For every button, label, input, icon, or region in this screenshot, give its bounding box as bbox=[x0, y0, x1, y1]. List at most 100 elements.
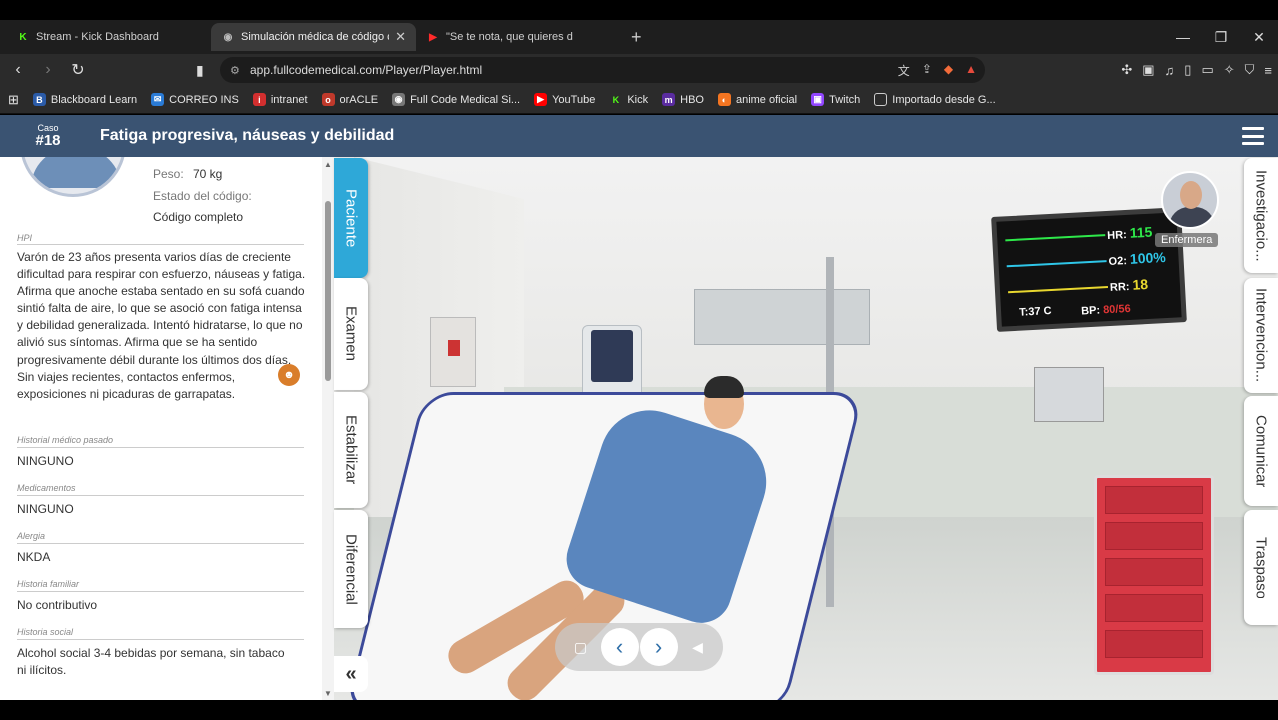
new-tab-button[interactable]: + bbox=[631, 27, 642, 48]
bookmark-imported[interactable]: Importado desde G... bbox=[874, 93, 996, 106]
restore-icon[interactable]: ❐ bbox=[1202, 29, 1240, 46]
camera-controls: ▢ ‹ › ◀ bbox=[555, 623, 723, 671]
address-bar-row: ‹ › ↻ ▮ ⚙ app.fullcodemedical.com/Player… bbox=[0, 54, 1278, 86]
ai-icon[interactable]: ✧ bbox=[1224, 62, 1235, 78]
tab-paciente[interactable]: Paciente bbox=[334, 158, 368, 278]
url-text: app.fullcodemedical.com/Player/Player.ht… bbox=[250, 63, 483, 77]
site-info-icon[interactable]: ⚙ bbox=[230, 64, 240, 77]
globe-icon: ◉ bbox=[392, 93, 406, 106]
tab-intervencion[interactable]: Intervencion... bbox=[1244, 278, 1278, 393]
wallet-icon[interactable]: ▭ bbox=[1201, 62, 1213, 78]
panel-scrollbar[interactable]: ▲ ▼ bbox=[322, 157, 334, 700]
bookmark-fullcode[interactable]: ◉ Full Code Medical Si... bbox=[392, 93, 520, 106]
tab-comunicar[interactable]: Comunicar bbox=[1244, 396, 1278, 506]
bookmark-correo[interactable]: ✉ CORREO INS bbox=[151, 93, 239, 106]
bookmark-oracle[interactable]: o orACLE bbox=[321, 93, 378, 106]
blackboard-icon: B bbox=[32, 93, 46, 106]
tab-traspaso[interactable]: Traspaso bbox=[1244, 510, 1278, 625]
reload-icon[interactable]: ↻ bbox=[66, 60, 90, 80]
section-value: NKDA bbox=[17, 550, 51, 564]
bookmark-icon[interactable]: ▮ bbox=[196, 62, 204, 79]
bookmark-intranet[interactable]: i intranet bbox=[252, 93, 308, 106]
section-value: Alcohol social 3-4 bebidas por semana, s… bbox=[17, 646, 285, 677]
tab-investigacion[interactable]: Investigacio... bbox=[1244, 158, 1278, 273]
section-label: Medicamentos bbox=[17, 483, 76, 493]
anime-icon: ◐ bbox=[717, 93, 731, 106]
patient-panel: Peso: 70 kg Estado del código: Código co… bbox=[0, 157, 334, 700]
scroll-down-icon[interactable]: ▼ bbox=[324, 689, 332, 698]
tab-diferencial[interactable]: Diferencial bbox=[334, 510, 368, 628]
bookmark-blackboard[interactable]: B Blackboard Learn bbox=[32, 93, 137, 106]
tab-label: Simulación médica de código c bbox=[241, 31, 390, 43]
temp-readout: T:37 C bbox=[1018, 305, 1052, 319]
wall-unit bbox=[1034, 367, 1104, 422]
weight-label: Peso: bbox=[153, 167, 184, 181]
mail-icon: ✉ bbox=[151, 93, 165, 106]
code-state-label: Estado del código: bbox=[153, 189, 252, 203]
hamburger-menu-icon[interactable] bbox=[1242, 127, 1264, 145]
mascot-icon: ☻ bbox=[278, 364, 300, 386]
bookmark-twitch[interactable]: ▣ Twitch bbox=[811, 93, 860, 106]
apps-grid-icon[interactable]: ⊞ bbox=[8, 92, 19, 108]
back-icon[interactable]: ‹ bbox=[6, 61, 30, 79]
simulation-scene[interactable]: HR: 115 O2: 100% RR: 18 T:37 C BP: 80/56… bbox=[334, 157, 1278, 700]
bookmark-anime[interactable]: ◐ anime oficial bbox=[717, 93, 797, 106]
collapse-panel-button[interactable]: « bbox=[334, 656, 368, 692]
bookmark-kick[interactable]: K Kick bbox=[609, 93, 648, 106]
hpi-text: Varón de 23 años presenta varios días de… bbox=[17, 250, 306, 401]
section-label: Alergia bbox=[17, 531, 46, 541]
youtube-icon: ▶ bbox=[429, 31, 437, 43]
browser-tab-bar: K Stream - Kick Dashboard ◉ Simulación m… bbox=[0, 20, 1278, 54]
oracle-icon: o bbox=[321, 93, 335, 106]
vitals-monitor[interactable]: HR: 115 O2: 100% RR: 18 T:37 C BP: 80/56 bbox=[991, 207, 1187, 332]
section-label: Historia social bbox=[17, 627, 74, 637]
app-header: Caso #18 Fatiga progresiva, náuseas y de… bbox=[0, 115, 1278, 157]
url-field[interactable]: ⚙ app.fullcodemedical.com/Player/Player.… bbox=[220, 57, 985, 83]
sound-icon[interactable]: ◀ bbox=[679, 628, 717, 666]
twitch-icon: ▣ bbox=[811, 93, 825, 106]
extensions-icon[interactable]: ✣ bbox=[1121, 62, 1132, 78]
screenshot-icon[interactable]: ▣ bbox=[1142, 62, 1154, 78]
tab-examen[interactable]: Examen bbox=[334, 278, 368, 390]
code-state-value: Código completo bbox=[153, 210, 244, 224]
o2-readout: O2: 100% bbox=[1108, 248, 1167, 268]
minimize-icon[interactable]: — bbox=[1164, 29, 1202, 45]
hpi-label: HPI bbox=[17, 233, 33, 243]
section-label: Historial médico pasado bbox=[17, 435, 114, 445]
browser-tab-kick[interactable]: K Stream - Kick Dashboard bbox=[6, 23, 211, 51]
next-view-button[interactable]: › bbox=[639, 628, 678, 666]
browser-tab-simulation[interactable]: ◉ Simulación médica de código c ✕ bbox=[211, 23, 416, 51]
music-icon[interactable]: ♫ bbox=[1165, 63, 1175, 78]
hbo-icon: m bbox=[662, 93, 676, 106]
youtube-icon: ▶ bbox=[534, 93, 548, 106]
tab-label: Stream - Kick Dashboard bbox=[36, 31, 159, 43]
close-tab-icon[interactable]: ✕ bbox=[395, 29, 406, 45]
nurse-avatar[interactable] bbox=[1161, 171, 1219, 229]
tab-label: "Se te nota, que quieres d bbox=[446, 31, 573, 43]
forward-icon[interactable]: › bbox=[36, 61, 60, 79]
share-icon[interactable]: ⇪ bbox=[922, 62, 932, 79]
prev-view-button[interactable]: ‹ bbox=[600, 628, 639, 666]
browser-tab-youtube[interactable]: ▶ "Se te nota, que quieres d bbox=[416, 23, 621, 51]
rewards-icon[interactable]: ▲ bbox=[965, 62, 977, 79]
sidebar-icon[interactable]: ▯ bbox=[1184, 62, 1191, 78]
close-window-icon[interactable]: ✕ bbox=[1240, 29, 1278, 46]
scrollbar-thumb[interactable] bbox=[325, 201, 331, 381]
hr-readout: HR: 115 bbox=[1106, 223, 1153, 242]
crash-cart[interactable] bbox=[1094, 475, 1214, 675]
tab-estabilizar[interactable]: Estabilizar bbox=[334, 392, 368, 508]
bookmark-hbo[interactable]: m HBO bbox=[662, 93, 704, 106]
folder-icon bbox=[874, 93, 888, 106]
intranet-icon: i bbox=[252, 93, 266, 106]
menu-icon[interactable]: ≡ bbox=[1264, 63, 1272, 78]
section-value: NINGUNO bbox=[17, 502, 74, 516]
bookmark-youtube[interactable]: ▶ YouTube bbox=[534, 93, 595, 106]
patient-avatar bbox=[20, 157, 126, 197]
scroll-up-icon[interactable]: ▲ bbox=[324, 160, 332, 169]
wall-dispenser bbox=[430, 317, 476, 387]
section-value: NINGUNO bbox=[17, 454, 74, 468]
shield-icon[interactable]: ◆ bbox=[944, 62, 953, 79]
camera-icon[interactable]: ▢ bbox=[562, 628, 600, 666]
translate-icon[interactable]: 文 bbox=[898, 62, 910, 79]
vpn-icon[interactable]: ⛉ bbox=[1245, 62, 1255, 78]
